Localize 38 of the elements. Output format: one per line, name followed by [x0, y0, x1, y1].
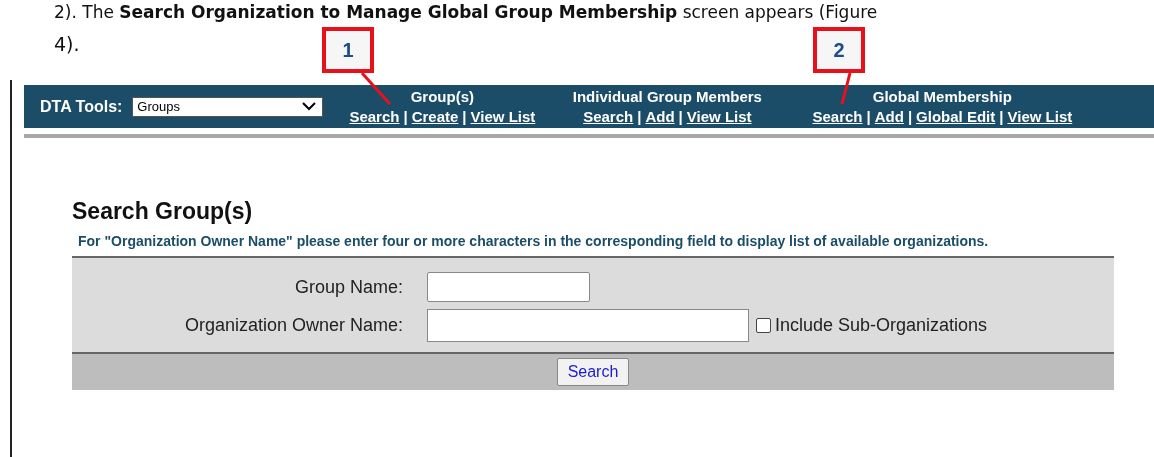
field-label: Group Name:: [293, 276, 403, 298]
nav-link[interactable]: Add: [874, 106, 904, 127]
instruction-text: For "Organization Owner Name" please enter four or more characters in the corresponding field to display list of available organizations.: [77, 232, 990, 250]
nav-link[interactable]: Add: [645, 106, 675, 127]
callout-marker: 2: [813, 27, 865, 73]
separator: |: [678, 106, 683, 127]
leader-line: [840, 72, 852, 105]
search-button[interactable]: Search: [556, 358, 630, 386]
separator: |: [403, 106, 408, 127]
separator: |: [637, 106, 642, 127]
document-text: 4).: [54, 32, 80, 56]
separator: |: [462, 106, 467, 127]
checkbox[interactable]: [756, 317, 771, 333]
separator: |: [866, 106, 871, 127]
separator: |: [907, 106, 913, 127]
checkbox-label: Include Sub-Organizations: [775, 314, 988, 336]
group-title: Individual Group Members: [572, 86, 762, 107]
document-text: 2). The Search Organization to Manage Global Group Membership screen appears (Figure: [54, 1, 878, 24]
page-heading: Search Group(s): [72, 198, 254, 225]
nav-link[interactable]: View List: [1007, 106, 1073, 127]
tools-label: DTA Tools:: [40, 97, 123, 116]
nav-link[interactable]: Create: [411, 106, 459, 127]
nav-link[interactable]: Global Edit: [916, 106, 996, 127]
chevron-icon: [302, 102, 317, 111]
nav-link[interactable]: Search: [583, 106, 634, 127]
callout-marker: 1: [322, 27, 374, 73]
leader-line: [360, 72, 392, 105]
field-label: Organization Owner Name:: [183, 314, 403, 336]
input-field[interactable]: [427, 308, 749, 342]
separator: |: [999, 106, 1004, 127]
nav-link[interactable]: View List: [470, 106, 536, 127]
nav-link[interactable]: Search: [812, 106, 863, 127]
nav-link[interactable]: Search: [349, 106, 400, 127]
tools-select[interactable]: Groups: [132, 96, 324, 117]
group-title: Group(s): [410, 86, 474, 107]
group-title: Global Membership: [872, 86, 1012, 107]
nav-link[interactable]: View List: [686, 106, 752, 127]
input-field[interactable]: [427, 272, 590, 302]
